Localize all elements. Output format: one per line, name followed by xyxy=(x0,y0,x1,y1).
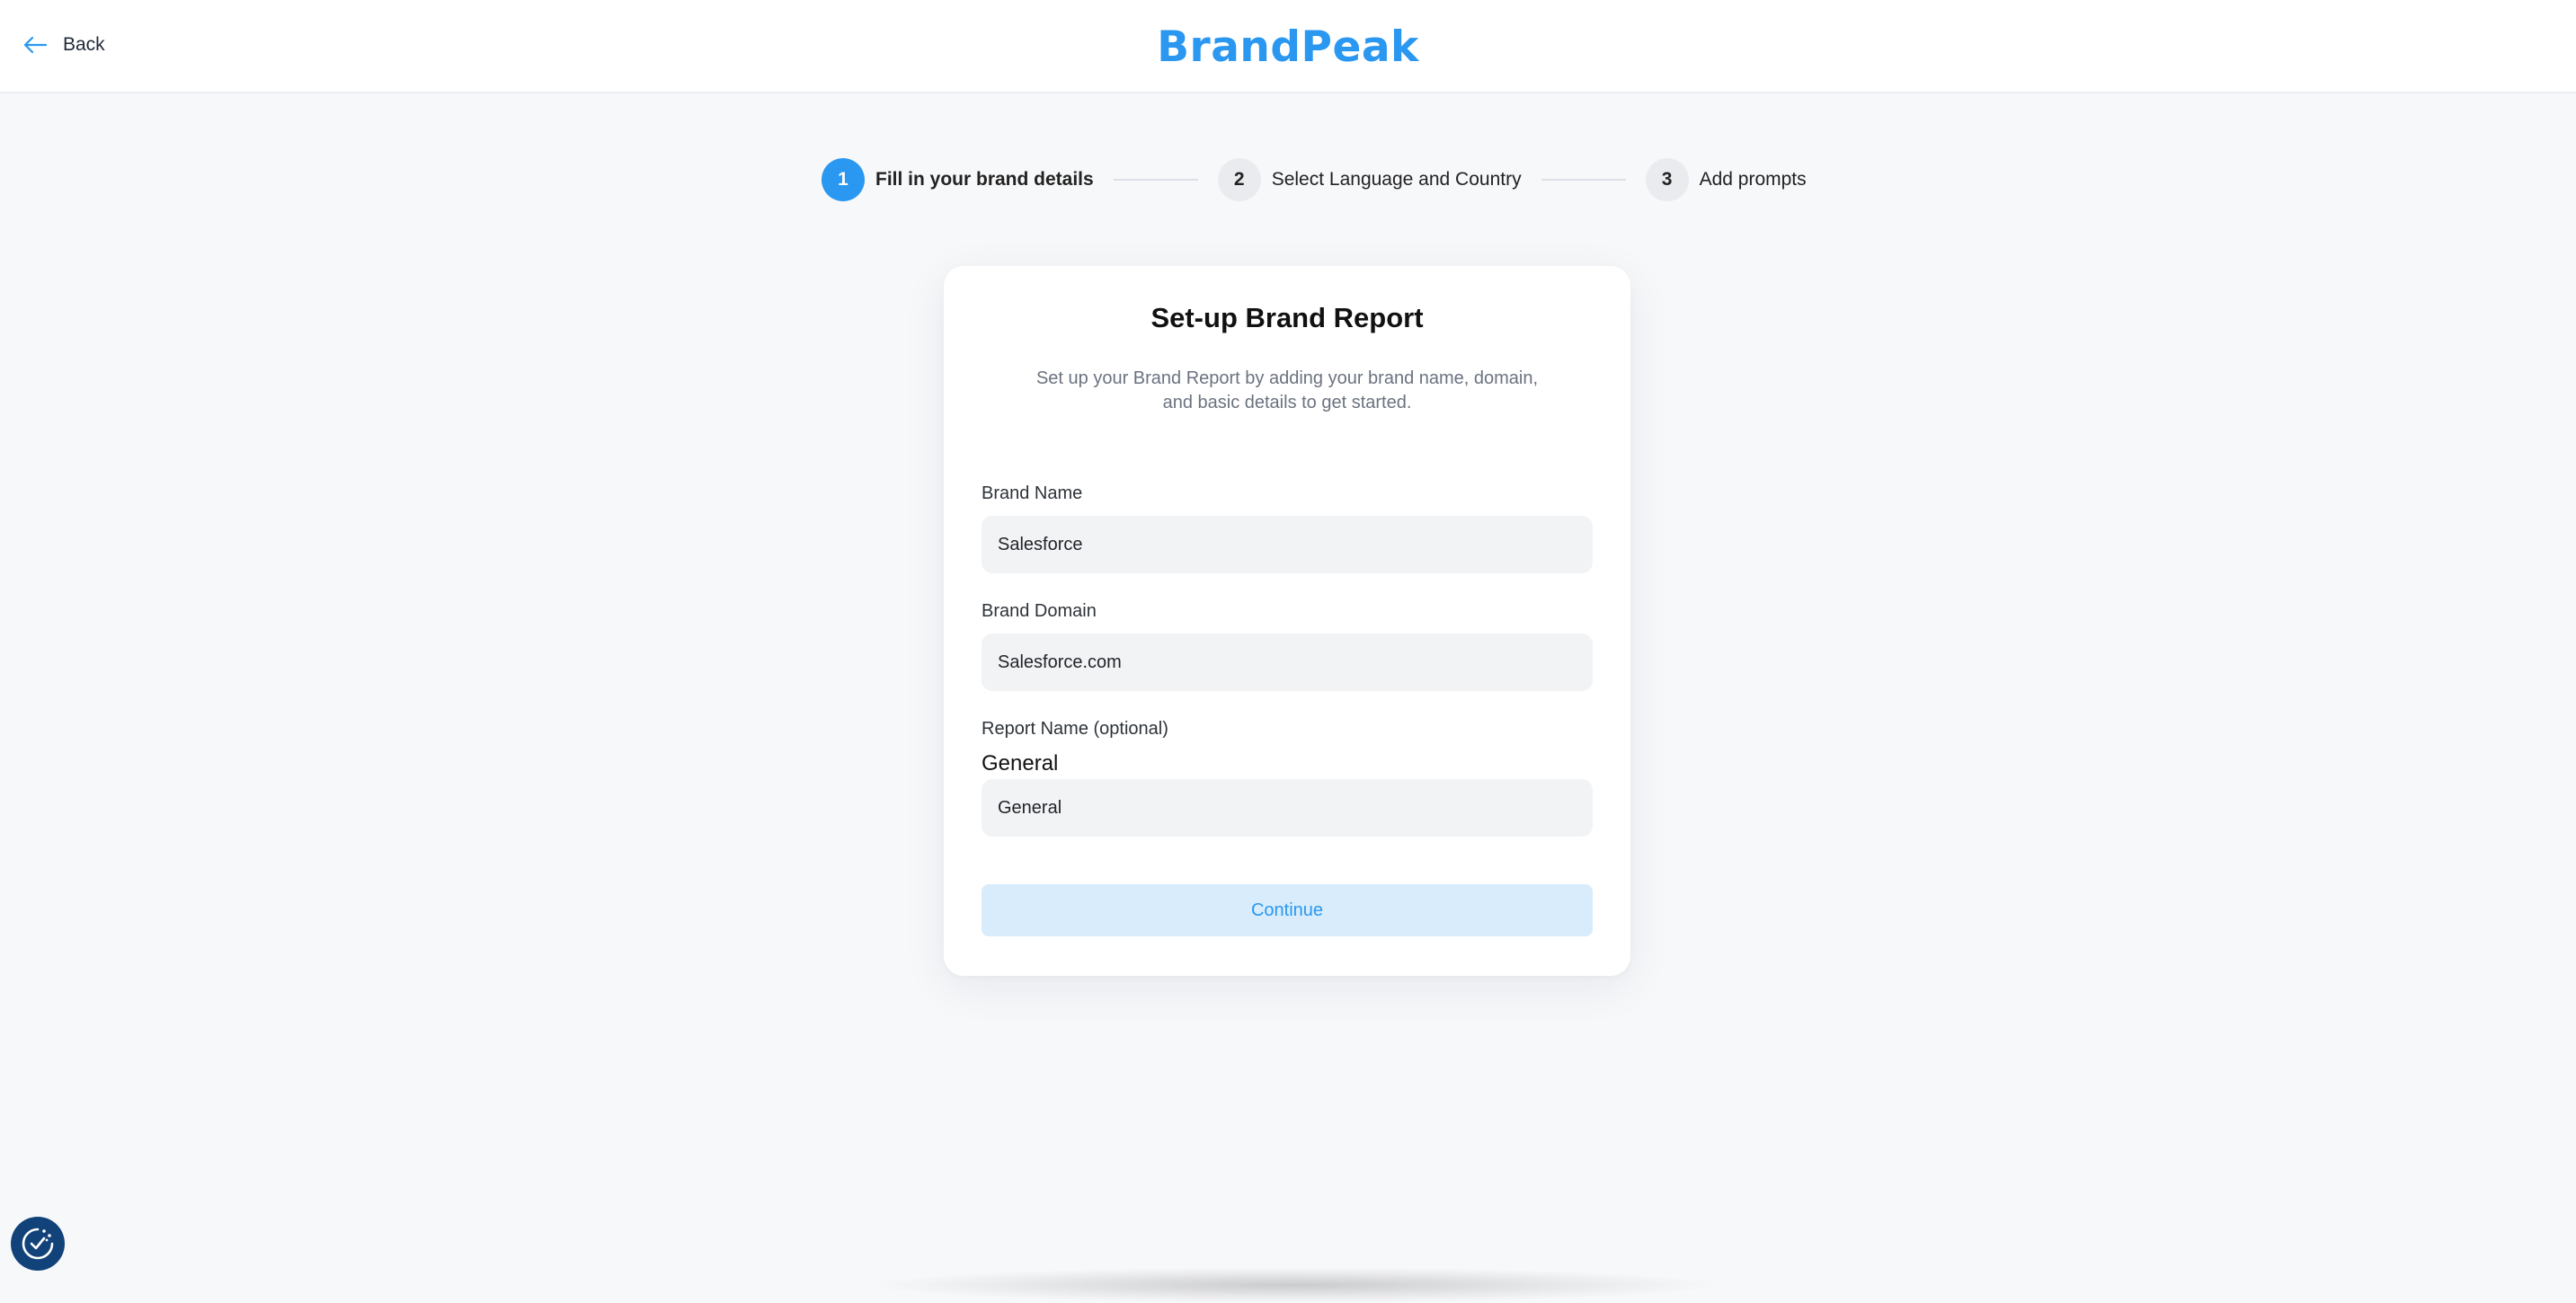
report-name-input[interactable] xyxy=(982,779,1593,837)
step-connector xyxy=(1541,179,1626,181)
cookie-consent-icon xyxy=(22,1228,54,1260)
step-1: 1 Fill in your brand details xyxy=(822,158,1094,201)
progress-stepper: 1 Fill in your brand details 2 Select La… xyxy=(822,158,1807,201)
step-1-label: Fill in your brand details xyxy=(875,169,1094,190)
bottom-shadow xyxy=(863,1267,1726,1303)
step-connector xyxy=(1113,179,1198,181)
top-bar: Back BrandPeak xyxy=(0,0,2576,93)
step-3-label: Add prompts xyxy=(1699,169,1807,190)
brand-domain-input[interactable] xyxy=(982,634,1593,691)
step-2-number: 2 xyxy=(1217,158,1261,201)
step-2-label: Select Language and Country xyxy=(1271,169,1522,190)
step-3-number: 3 xyxy=(1645,158,1689,201)
card-title: Set-up Brand Report xyxy=(1150,302,1424,333)
cookie-consent-button[interactable] xyxy=(11,1217,65,1271)
brand-logo: BrandPeak xyxy=(1157,22,1419,72)
continue-button[interactable]: Continue xyxy=(982,884,1593,936)
back-button[interactable]: Back xyxy=(23,29,105,61)
subtitle-line-1: Set up your Brand Report by adding your … xyxy=(1035,368,1539,388)
report-name-label: Report Name (optional) xyxy=(982,719,1168,739)
brand-name-label: Brand Name xyxy=(982,483,1083,503)
brand-report-card: Set-up Brand Report Set up your Brand Re… xyxy=(944,266,1630,976)
step-2: 2 Select Language and Country xyxy=(1217,158,1522,201)
step-3: 3 Add prompts xyxy=(1645,158,1807,201)
arrow-left-icon xyxy=(23,36,47,54)
brand-domain-label: Brand Domain xyxy=(982,601,1097,621)
report-name-echo: General xyxy=(982,751,1059,776)
step-1-number: 1 xyxy=(822,158,865,201)
brand-name-input[interactable] xyxy=(982,516,1593,573)
card-subtitle: Set up your Brand Report by adding your … xyxy=(1026,367,1548,415)
subtitle-line-2: and basic details to get started. xyxy=(1162,393,1412,412)
back-label: Back xyxy=(63,34,105,55)
